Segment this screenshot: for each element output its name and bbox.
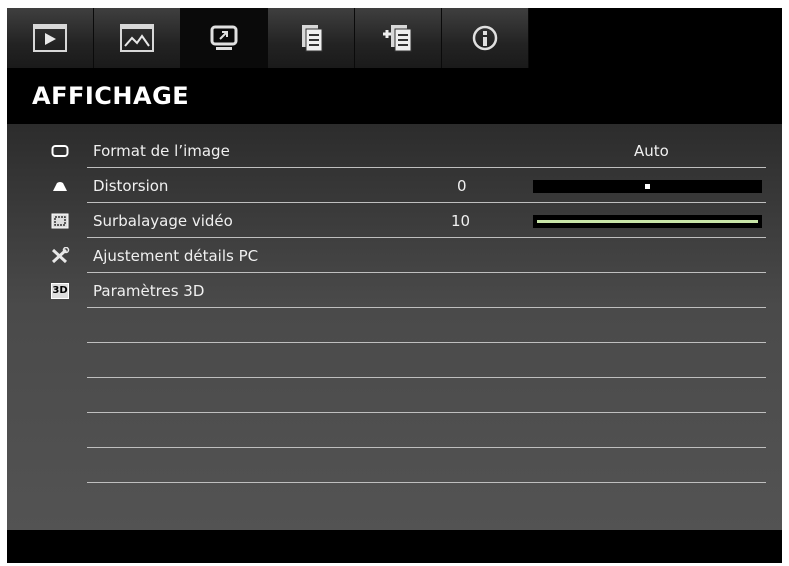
divider [87,167,766,168]
empty-row [7,449,782,483]
document-icon [302,25,323,52]
menu-item-label: Format de l’image [93,142,230,160]
overscan-value: 10 [451,212,471,230]
menu-item-label: Surbalayage vidéo [93,212,233,230]
menu-panel: Format de l’image Auto Distorsion 0 Surb… [7,124,782,530]
document-plus-icon [383,25,412,52]
keystone-value: 0 [457,177,467,195]
slider-fill [537,220,758,223]
menu-item-pc-detail[interactable]: Ajustement détails PC [7,239,782,273]
empty-row [7,379,782,413]
menu-header: AFFICHAGE [7,68,782,124]
divider [87,272,766,273]
aspect-ratio-icon [50,142,70,160]
overscan-icon [50,212,70,230]
slider-knob[interactable] [645,184,650,189]
menu-item-label: Paramètres 3D [93,282,205,300]
tab-info[interactable] [442,8,529,68]
tab-settings[interactable] [268,8,355,68]
empty-row [7,309,782,343]
tab-settings-2[interactable] [355,8,442,68]
overscan-slider[interactable] [533,215,762,228]
tab-bar [7,8,782,68]
empty-row [7,414,782,448]
menu-item-keystone[interactable]: Distorsion 0 [7,169,782,203]
3d-icon: 3D [50,282,70,300]
tools-icon [50,247,70,265]
tab-display[interactable] [181,8,268,68]
picture-icon [120,24,154,52]
menu-footer [7,530,782,563]
menu-item-label: Ajustement détails PC [93,247,259,265]
page-title: AFFICHAGE [32,82,190,110]
tab-picture[interactable] [94,8,181,68]
divider [87,237,766,238]
divider [87,202,766,203]
divider [87,412,766,413]
osd-menu: AFFICHAGE Format de l’image Auto Distors… [7,8,782,563]
divider [87,342,766,343]
menu-item-overscan[interactable]: Surbalayage vidéo 10 [7,204,782,238]
divider [87,307,766,308]
tab-image[interactable] [7,8,94,68]
divider [87,482,766,483]
menu-item-aspect-ratio[interactable]: Format de l’image Auto [7,134,782,168]
aspect-ratio-value[interactable]: Auto [634,142,669,160]
info-icon [472,25,498,51]
keystone-icon [50,177,70,195]
display-icon [210,25,238,50]
play-screen-icon [33,24,67,52]
menu-item-label: Distorsion [93,177,169,195]
menu-item-3d[interactable]: 3D Paramètres 3D [7,274,782,308]
keystone-slider[interactable] [533,180,762,193]
empty-row [7,344,782,378]
divider [87,377,766,378]
divider [87,447,766,448]
